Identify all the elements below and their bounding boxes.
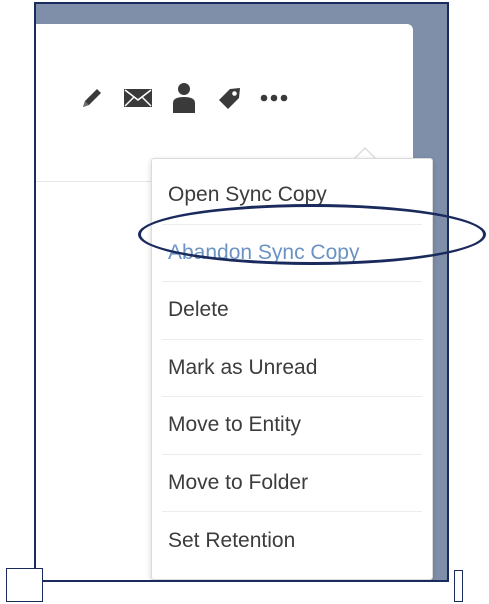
annotation-box-right: [454, 570, 463, 602]
menu-item-open-sync-copy[interactable]: Open Sync Copy: [162, 167, 422, 225]
email-button[interactable]: [120, 80, 156, 116]
more-button[interactable]: [256, 80, 292, 116]
menu-item-mark-as-unread[interactable]: Mark as Unread: [162, 340, 422, 397]
envelope-icon: [122, 85, 154, 111]
person-icon: [170, 81, 198, 115]
tag-icon: [215, 83, 245, 113]
edit-button[interactable]: [74, 80, 110, 116]
tag-button[interactable]: [212, 80, 248, 116]
menu-item-delete[interactable]: Delete: [162, 282, 422, 340]
menu-item-abandon-sync-copy[interactable]: Abandon Sync Copy: [162, 225, 422, 282]
contact-button[interactable]: [166, 80, 202, 116]
content-card: Open Sync Copy Abandon Sync Copy Delete …: [36, 24, 433, 580]
annotation-box-left: [6, 568, 43, 602]
menu-item-set-retention[interactable]: Set Retention: [162, 512, 422, 570]
screenshot-frame: Open Sync Copy Abandon Sync Copy Delete …: [34, 2, 449, 582]
more-icon: [258, 92, 290, 104]
menu-item-move-to-entity[interactable]: Move to Entity: [162, 397, 422, 455]
menu-item-move-to-folder[interactable]: Move to Folder: [162, 455, 422, 512]
more-actions-menu: Open Sync Copy Abandon Sync Copy Delete …: [151, 158, 433, 580]
menu-list: Open Sync Copy Abandon Sync Copy Delete …: [152, 159, 432, 570]
divider: [36, 181, 151, 182]
pencil-icon: [77, 83, 107, 113]
